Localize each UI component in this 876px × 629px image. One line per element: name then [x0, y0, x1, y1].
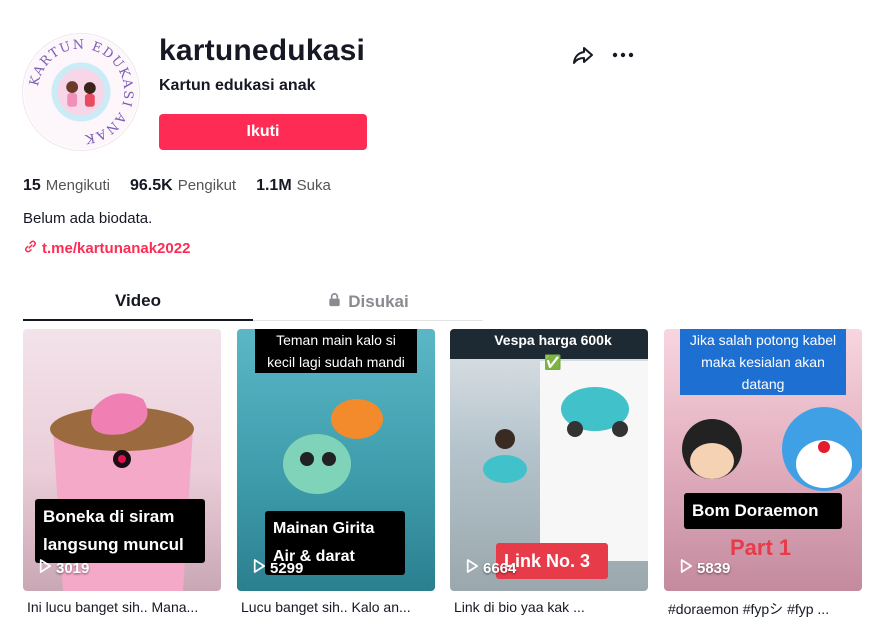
video-top-text: Vespa harga 600k ✅ — [494, 332, 612, 370]
profile-avatar[interactable]: KARTUN EDUKASI ANAK — [22, 33, 140, 151]
tab-liked[interactable]: Disukai — [253, 283, 483, 321]
follow-button[interactable]: Ikuti — [159, 114, 367, 150]
video-card[interactable]: Vespa harga 600k ✅ Link No. 3 6664 — [450, 329, 648, 591]
video-overlay-text: Bom Doraemon — [684, 493, 842, 529]
play-icon — [466, 559, 478, 577]
video-caption[interactable]: #doraemon #fypシ #fyp ... — [668, 599, 866, 619]
profile-tabs: Video Disukai — [23, 283, 483, 321]
more-icon[interactable] — [611, 43, 635, 67]
video-top-text: Jika salah potong kabel maka kesialan ak… — [680, 329, 846, 395]
view-count: 5839 — [680, 559, 730, 577]
share-icon[interactable] — [571, 43, 595, 67]
video-overlay-text: Boneka di siram langsung muncul — [35, 499, 205, 563]
video-caption[interactable]: Lucu banget sih.. Kalo an... — [241, 599, 439, 615]
play-icon — [253, 559, 265, 577]
link-icon — [23, 239, 38, 258]
profile-link-text: t.me/kartunanak2022 — [42, 240, 191, 257]
profile-stats: 15 Mengikuti 96.5K Pengikut 1.1M Suka — [23, 177, 331, 195]
view-count: 6664 — [466, 559, 516, 577]
profile-link[interactable]: t.me/kartunanak2022 — [23, 239, 190, 258]
stat-followers[interactable]: 96.5K Pengikut — [130, 177, 236, 195]
stat-following[interactable]: 15 Mengikuti — [23, 177, 110, 195]
lock-icon — [327, 292, 342, 312]
video-card[interactable]: Jika salah potong kabel maka kesialan ak… — [664, 329, 862, 591]
video-card[interactable]: Boneka di siram langsung muncul 3019 — [23, 329, 221, 591]
video-caption[interactable]: Link di bio yaa kak ... — [454, 599, 652, 615]
username: kartunedukasi — [159, 34, 366, 67]
view-count: 5299 — [253, 559, 303, 577]
video-card[interactable]: Teman main kalo si kecil lagi sudah mand… — [237, 329, 435, 591]
bio-text: Belum ada biodata. — [23, 210, 153, 227]
video-top-text: Teman main kalo si kecil lagi sudah mand… — [255, 329, 417, 373]
tab-video[interactable]: Video — [23, 283, 253, 321]
play-icon — [680, 559, 692, 577]
nickname: Kartun edukasi anak — [159, 77, 316, 94]
view-count: 3019 — [39, 559, 89, 577]
stat-likes: 1.1M Suka — [256, 177, 331, 194]
play-icon — [39, 559, 51, 577]
video-caption[interactable]: Ini lucu banget sih.. Mana... — [27, 599, 225, 615]
video-overlay-subtext: Part 1 — [730, 535, 792, 560]
